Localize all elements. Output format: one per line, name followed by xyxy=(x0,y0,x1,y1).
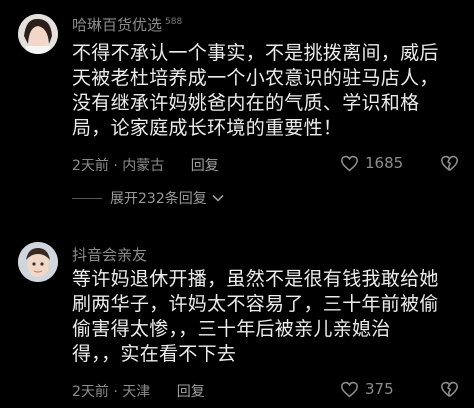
heart-icon xyxy=(340,381,359,397)
chevron-down-icon xyxy=(212,194,224,202)
user-avatar-icon xyxy=(18,14,58,54)
comment-line: 刷两华子，许妈太不容易了，三十年前被偷 xyxy=(72,293,439,315)
heart-icon xyxy=(340,155,359,171)
comment-meta: 2天前 · 内蒙古 回复 xyxy=(72,155,219,175)
dislike-button[interactable] xyxy=(440,381,459,402)
username[interactable]: 哈琳百货优选 588 xyxy=(72,14,182,35)
comment-text: 等许妈退休开播，虽然不是很有钱我敢给她 刷两华子，许妈太不容易了，三十年前被偷 … xyxy=(72,267,462,367)
comment-line: 不得不承认一个事实，不是挑拨离间，威后 xyxy=(72,42,439,64)
comment-location: 天津 xyxy=(122,384,151,400)
comment-time: 2天前 xyxy=(72,158,109,174)
expand-replies-label: 展开232条回复 xyxy=(110,191,207,207)
comment-text: 不得不承认一个事实，不是挑拨离间，威后 天被老杜培养成一个小农意识的驻马店人， … xyxy=(72,41,462,141)
divider xyxy=(72,197,102,199)
comment-line: 局，论家庭成长环境的重要性！ xyxy=(72,117,343,139)
reply-button[interactable]: 回复 xyxy=(191,158,219,174)
meta-separator: · xyxy=(113,158,118,174)
comment-line: 天被老杜培养成一个小农意识的驻马店人， xyxy=(72,67,439,89)
comment-line: 没有继承许妈姚爸内在的气质、学识和格 xyxy=(72,92,420,114)
comment-line: 偷害得太惨，，三十年后被亲儿亲媳治 xyxy=(72,318,391,340)
avatar[interactable] xyxy=(18,242,58,282)
comment-line: 得，，实在看不下去 xyxy=(72,343,237,365)
broken-heart-icon xyxy=(441,155,458,172)
comment-location: 内蒙古 xyxy=(122,158,165,174)
like-count: 375 xyxy=(365,380,394,398)
user-avatar-icon xyxy=(18,242,58,282)
reply-button[interactable]: 回复 xyxy=(177,384,205,400)
username[interactable]: 抖音会亲友 xyxy=(72,244,147,265)
expand-replies-button[interactable]: 展开232条回复 xyxy=(72,188,224,208)
meta-separator: · xyxy=(113,384,118,400)
user-level-badge: 588 xyxy=(165,17,183,27)
avatar[interactable] xyxy=(18,14,58,54)
like-count: 1685 xyxy=(365,154,404,172)
like-button[interactable]: 1685 xyxy=(340,154,403,172)
like-button[interactable]: 375 xyxy=(340,380,394,398)
comment-time: 2天前 xyxy=(72,384,109,400)
comment-meta: 2天前 · 天津 回复 xyxy=(72,381,205,401)
comment-line: 等许妈退休开播，虽然不是很有钱我敢给她 xyxy=(72,268,439,290)
dislike-button[interactable] xyxy=(440,155,459,176)
broken-heart-icon xyxy=(441,381,458,398)
